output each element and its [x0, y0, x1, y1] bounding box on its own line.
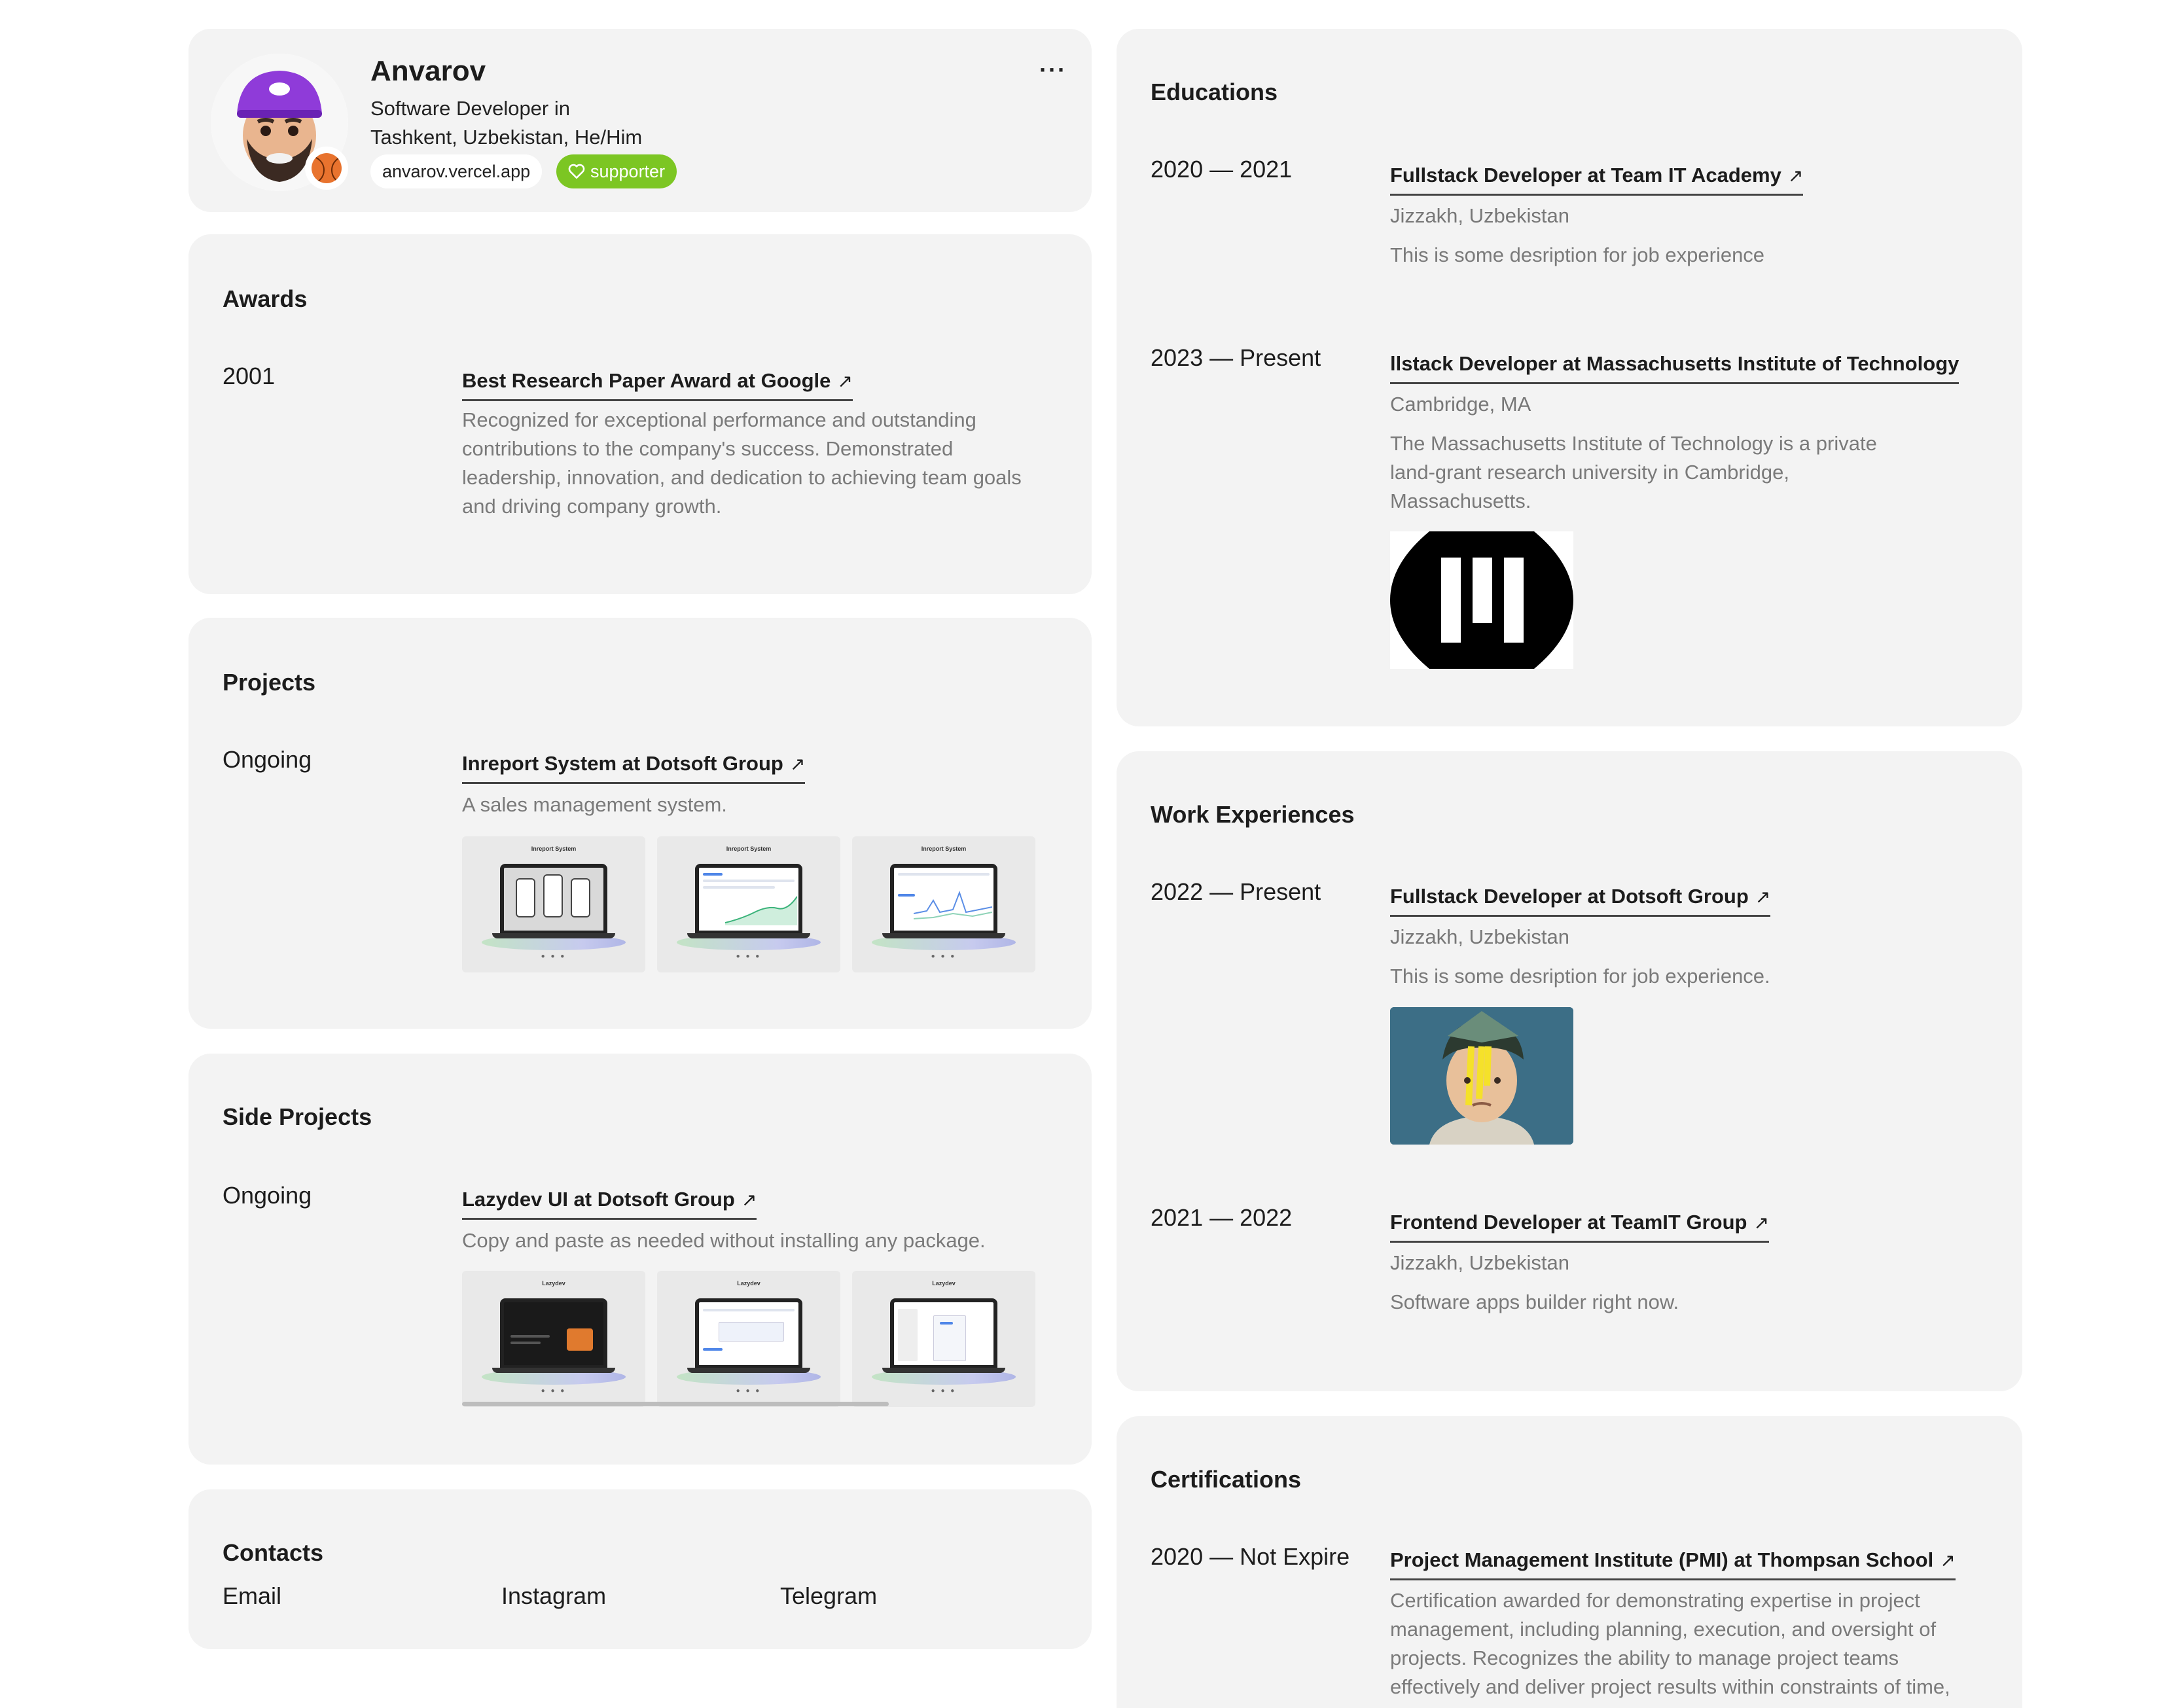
- certifications-title: Certifications: [1151, 1466, 1302, 1493]
- work-period: 2022 — Present: [1151, 878, 1321, 905]
- contacts-card: [188, 1489, 1092, 1649]
- side-project-gallery: Lazydev ● ● ● Lazydev ● ● ● Lazydev ● ● …: [462, 1271, 1035, 1407]
- work-title-text: Fullstack Developer at Dotsoft Group: [1390, 885, 1749, 908]
- supporter-label: supporter: [590, 161, 666, 181]
- external-link-icon: ↗: [1753, 1213, 1769, 1233]
- external-link-icon: ↗: [1755, 887, 1771, 907]
- project-screenshot[interactable]: Inreport System ● ● ●: [657, 836, 840, 972]
- project-screenshot[interactable]: Inreport System ● ● ●: [462, 836, 645, 972]
- side-project-link[interactable]: Lazydev UI at Dotsoft Group ↗: [462, 1188, 757, 1220]
- thumb-title: Lazydev: [932, 1280, 956, 1287]
- work-link[interactable]: Fullstack Developer at Dotsoft Group ↗: [1390, 885, 1771, 917]
- gallery-scrollbar[interactable]: [462, 1402, 889, 1406]
- external-link-icon: ↗: [1787, 166, 1804, 186]
- project-screenshot[interactable]: Inreport System ● ● ●: [852, 836, 1035, 972]
- educations-title: Educations: [1151, 79, 1278, 105]
- thumb-title: Lazydev: [542, 1280, 565, 1287]
- side-projects-title: Side Projects: [223, 1103, 372, 1130]
- thumb-title: Inreport System: [531, 845, 577, 852]
- certification-period: 2020 — Not Expire: [1151, 1543, 1350, 1570]
- work-location: Jizzakh, Uzbekistan: [1390, 925, 1569, 948]
- basketball-icon: [305, 147, 348, 190]
- project-period: Ongoing: [223, 746, 312, 773]
- work-location: Jizzakh, Uzbekistan: [1390, 1251, 1569, 1274]
- education-period: 2020 — 2021: [1151, 156, 1293, 183]
- profile-subtitle: Software Developer in Tashkent, Uzbekist…: [370, 94, 737, 152]
- award-period: 2001: [223, 363, 276, 389]
- work-link[interactable]: Frontend Developer at TeamIT Group ↗: [1390, 1211, 1769, 1243]
- work-title-text: Frontend Developer at TeamIT Group: [1390, 1211, 1747, 1234]
- projects-title: Projects: [223, 669, 316, 696]
- contact-telegram-link[interactable]: Telegram: [780, 1582, 877, 1610]
- award-title: Best Research Paper Award at Google: [462, 369, 831, 392]
- work-title: Work Experiences: [1151, 801, 1355, 828]
- work-period: 2021 — 2022: [1151, 1204, 1293, 1231]
- work-portrait-image: [1390, 1007, 1573, 1145]
- certification-link[interactable]: Project Management Institute (PMI) at Th…: [1390, 1548, 1956, 1580]
- profile-role: Software Developer in: [370, 97, 570, 120]
- side-project-screenshot[interactable]: Lazydev ● ● ●: [657, 1271, 840, 1407]
- side-project-period: Ongoing: [223, 1182, 312, 1209]
- education-description: The Massachusetts Institute of Technolog…: [1390, 432, 1877, 512]
- education-link[interactable]: llstack Developer at Massachusetts Insti…: [1390, 352, 1959, 384]
- website-link[interactable]: anvarov.vercel.app: [370, 154, 543, 188]
- thumb-title: Lazydev: [737, 1280, 760, 1287]
- awards-title: Awards: [223, 285, 308, 312]
- award-description: Recognized for exceptional performance a…: [462, 408, 1022, 518]
- more-options-icon[interactable]: ···: [1039, 56, 1067, 84]
- project-description: A sales management system.: [462, 793, 727, 816]
- education-title: llstack Developer at Massachusetts Insti…: [1390, 352, 1959, 375]
- external-link-icon: ↗: [741, 1190, 757, 1210]
- external-link-icon: ↗: [837, 371, 853, 391]
- supporter-badge[interactable]: supporter: [556, 154, 677, 188]
- mit-logo-image: [1390, 531, 1573, 669]
- project-link[interactable]: Inreport System at Dotsoft Group ↗: [462, 752, 806, 784]
- side-project-screenshot[interactable]: Lazydev ● ● ●: [852, 1271, 1035, 1407]
- certification-description: Certification awarded for demonstrating …: [1390, 1589, 1950, 1708]
- education-link[interactable]: Fullstack Developer at Team IT Academy ↗: [1390, 164, 1804, 196]
- education-period: 2023 — Present: [1151, 344, 1321, 371]
- project-gallery: Inreport System ● ● ● Inreport System ● …: [462, 836, 1035, 972]
- education-title: Fullstack Developer at Team IT Academy: [1390, 164, 1781, 187]
- profile-location: Tashkent, Uzbekistan, He/Him: [370, 126, 643, 149]
- heart-icon: [568, 164, 585, 179]
- side-project-title: Lazydev UI at Dotsoft Group: [462, 1188, 735, 1211]
- side-project-description: Copy and paste as needed without install…: [462, 1229, 986, 1252]
- education-location: Cambridge, MA: [1390, 393, 1531, 416]
- work-description: This is some desription for job experien…: [1390, 965, 1770, 987]
- award-link[interactable]: Best Research Paper Award at Google ↗: [462, 369, 853, 401]
- thumb-title: Inreport System: [726, 845, 772, 852]
- education-location: Jizzakh, Uzbekistan: [1390, 204, 1569, 227]
- work-description: Software apps builder right now.: [1390, 1290, 1679, 1313]
- profile-name: Anvarov: [370, 55, 486, 87]
- contact-email-link[interactable]: Email: [223, 1582, 281, 1610]
- education-description: This is some desription for job experien…: [1390, 243, 1765, 266]
- contacts-title: Contacts: [223, 1539, 324, 1566]
- thumb-title: Inreport System: [921, 845, 967, 852]
- external-link-icon: ↗: [1940, 1550, 1956, 1571]
- contact-instagram-link[interactable]: Instagram: [501, 1582, 606, 1610]
- side-project-screenshot[interactable]: Lazydev ● ● ●: [462, 1271, 645, 1407]
- certification-title: Project Management Institute (PMI) at Th…: [1390, 1548, 1934, 1571]
- project-title: Inreport System at Dotsoft Group: [462, 752, 783, 775]
- external-link-icon: ↗: [789, 754, 806, 774]
